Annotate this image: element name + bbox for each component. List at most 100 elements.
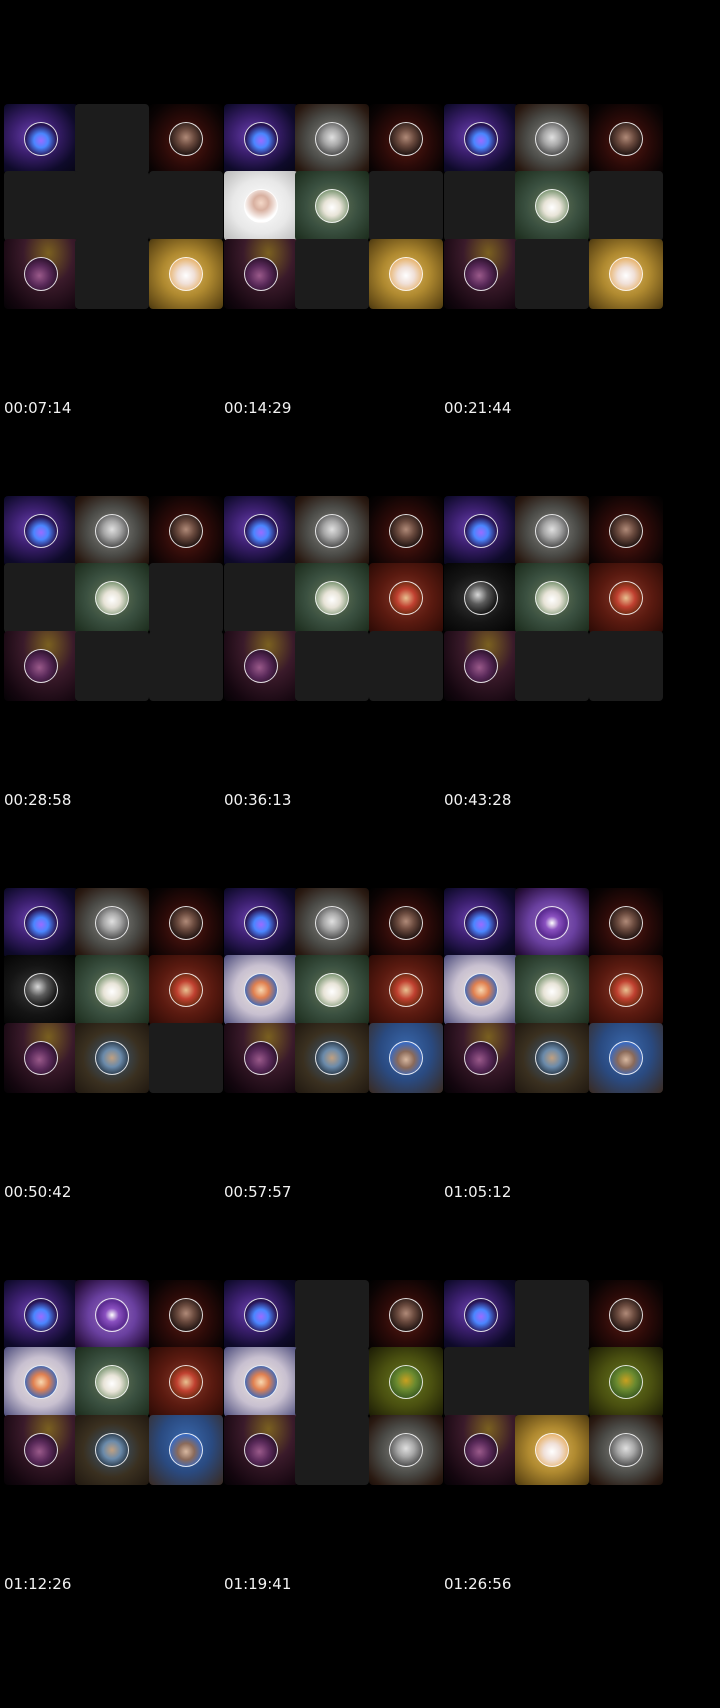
participant-tile[interactable] <box>444 1415 518 1485</box>
participant-tile[interactable] <box>224 631 298 701</box>
participant-tile[interactable] <box>75 496 149 566</box>
participant-tile[interactable] <box>149 496 223 566</box>
participant-tile[interactable] <box>4 1280 78 1350</box>
participant-tile[interactable] <box>369 888 443 958</box>
participant-tile[interactable] <box>369 496 443 566</box>
participant-tile[interactable] <box>444 1023 518 1093</box>
participant-tile[interactable] <box>589 1280 663 1350</box>
empty-participant-tile[interactable] <box>75 104 149 174</box>
participant-tile[interactable] <box>589 1023 663 1093</box>
participant-tile[interactable] <box>4 104 78 174</box>
participant-tile[interactable] <box>4 955 78 1025</box>
participant-tile[interactable] <box>444 955 518 1025</box>
participant-tile[interactable] <box>369 563 443 633</box>
empty-participant-tile[interactable] <box>515 239 589 309</box>
participant-tile[interactable] <box>369 104 443 174</box>
participant-tile[interactable] <box>4 1023 78 1093</box>
participant-tile[interactable] <box>224 171 298 241</box>
participant-tile[interactable] <box>369 1347 443 1417</box>
participant-tile[interactable] <box>295 171 369 241</box>
participant-tile[interactable] <box>224 888 298 958</box>
participant-tile[interactable] <box>149 955 223 1025</box>
empty-participant-tile[interactable] <box>515 631 589 701</box>
empty-participant-tile[interactable] <box>4 171 78 241</box>
empty-participant-tile[interactable] <box>589 171 663 241</box>
participant-tile[interactable] <box>224 496 298 566</box>
participant-tile[interactable] <box>295 496 369 566</box>
participant-tile[interactable] <box>589 1347 663 1417</box>
empty-participant-tile[interactable] <box>149 563 223 633</box>
participant-tile[interactable] <box>589 496 663 566</box>
participant-tile[interactable] <box>444 563 518 633</box>
participant-tile[interactable] <box>369 239 443 309</box>
participant-tile[interactable] <box>515 1023 589 1093</box>
participant-tile[interactable] <box>295 1023 369 1093</box>
participant-tile[interactable] <box>444 631 518 701</box>
participant-tile[interactable] <box>224 104 298 174</box>
participant-tile[interactable] <box>75 955 149 1025</box>
participant-tile[interactable] <box>4 631 78 701</box>
participant-tile[interactable] <box>224 1280 298 1350</box>
participant-tile[interactable] <box>295 955 369 1025</box>
participant-tile[interactable] <box>515 888 589 958</box>
participant-tile[interactable] <box>149 104 223 174</box>
participant-tile[interactable] <box>369 955 443 1025</box>
empty-participant-tile[interactable] <box>295 1347 369 1417</box>
participant-tile[interactable] <box>295 888 369 958</box>
participant-tile[interactable] <box>444 1280 518 1350</box>
empty-participant-tile[interactable] <box>224 563 298 633</box>
empty-participant-tile[interactable] <box>149 171 223 241</box>
empty-participant-tile[interactable] <box>75 631 149 701</box>
empty-participant-tile[interactable] <box>75 171 149 241</box>
participant-tile[interactable] <box>515 171 589 241</box>
participant-tile[interactable] <box>369 1023 443 1093</box>
participant-tile[interactable] <box>589 1415 663 1485</box>
participant-tile[interactable] <box>75 888 149 958</box>
participant-tile[interactable] <box>444 888 518 958</box>
participant-tile[interactable] <box>589 955 663 1025</box>
participant-tile[interactable] <box>515 1415 589 1485</box>
participant-tile[interactable] <box>4 1415 78 1485</box>
empty-participant-tile[interactable] <box>589 631 663 701</box>
participant-tile[interactable] <box>149 888 223 958</box>
empty-participant-tile[interactable] <box>295 239 369 309</box>
participant-tile[interactable] <box>369 1415 443 1485</box>
participant-tile[interactable] <box>589 104 663 174</box>
participant-tile[interactable] <box>224 1347 298 1417</box>
empty-participant-tile[interactable] <box>149 631 223 701</box>
empty-participant-tile[interactable] <box>444 171 518 241</box>
participant-tile[interactable] <box>444 239 518 309</box>
participant-tile[interactable] <box>589 239 663 309</box>
participant-tile[interactable] <box>224 239 298 309</box>
participant-tile[interactable] <box>295 104 369 174</box>
empty-participant-tile[interactable] <box>515 1347 589 1417</box>
participant-tile[interactable] <box>589 563 663 633</box>
participant-tile[interactable] <box>4 496 78 566</box>
participant-tile[interactable] <box>75 563 149 633</box>
participant-tile[interactable] <box>224 1023 298 1093</box>
participant-tile[interactable] <box>149 1347 223 1417</box>
participant-tile[interactable] <box>515 496 589 566</box>
participant-tile[interactable] <box>295 563 369 633</box>
participant-tile[interactable] <box>444 104 518 174</box>
participant-tile[interactable] <box>75 1415 149 1485</box>
participant-tile[interactable] <box>515 955 589 1025</box>
empty-participant-tile[interactable] <box>4 563 78 633</box>
participant-tile[interactable] <box>4 1347 78 1417</box>
empty-participant-tile[interactable] <box>149 1023 223 1093</box>
participant-tile[interactable] <box>444 496 518 566</box>
participant-tile[interactable] <box>149 1415 223 1485</box>
empty-participant-tile[interactable] <box>75 239 149 309</box>
participant-tile[interactable] <box>589 888 663 958</box>
participant-tile[interactable] <box>149 1280 223 1350</box>
participant-tile[interactable] <box>75 1347 149 1417</box>
participant-tile[interactable] <box>224 955 298 1025</box>
empty-participant-tile[interactable] <box>369 171 443 241</box>
empty-participant-tile[interactable] <box>444 1347 518 1417</box>
empty-participant-tile[interactable] <box>295 1280 369 1350</box>
participant-tile[interactable] <box>75 1023 149 1093</box>
participant-tile[interactable] <box>224 1415 298 1485</box>
participant-tile[interactable] <box>4 239 78 309</box>
participant-tile[interactable] <box>4 888 78 958</box>
empty-participant-tile[interactable] <box>515 1280 589 1350</box>
